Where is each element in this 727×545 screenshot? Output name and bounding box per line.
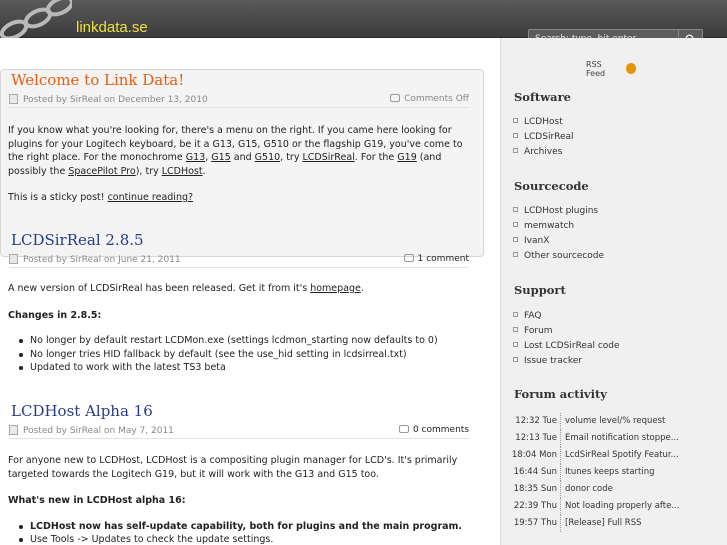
main-content: Welcome to Link Data! Posted by SirReal … [0,38,500,545]
sidebar-item-lost-code[interactable]: Lost LCDSirReal code [513,339,620,354]
link-g19[interactable]: G19 [397,152,416,163]
list-item: LCDHost now has self-update capability, … [8,520,478,534]
sidebar: Software LCDHost LCDSirReal Archives Sou… [500,38,727,545]
list-item: Use Tools -> Updates to check the update… [8,533,478,545]
site-title[interactable]: linkdata.se [76,19,148,36]
changes-list: No longer by default restart LCDMon.exe … [8,334,478,375]
sidebar-item-lcdhost[interactable]: LCDHost [513,115,574,130]
sidebar-item-faq[interactable]: FAQ [513,309,620,324]
top-bar: linkdata.se [0,0,727,49]
activity-row[interactable]: 16:44 Sun Itunes keeps starting [511,464,680,481]
document-icon [9,425,18,435]
sidebar-item-ivanx[interactable]: IvanX [513,234,604,249]
link-spacepilot[interactable]: SpacePilot Pro [68,166,135,177]
activity-row[interactable]: 12:13 Tue Email notification stoppe... [511,430,680,447]
list-item: No longer by default restart LCDMon.exe … [8,334,478,348]
comments-link: Comments Off [404,94,469,104]
comment-icon [390,94,401,102]
forum-activity-list: 12:32 Tue volume level/% request 12:13 Tu… [511,413,680,532]
activity-row[interactable]: 19:57 Thu [Release] Full RSS [511,515,680,532]
rss-icon [625,63,636,74]
link-lcdsirreal[interactable]: LCDSirReal [302,152,354,163]
activity-row[interactable]: 22:39 Thu Not loading properly afte... [511,498,680,515]
post-meta: Posted by SirReal on May 7, 2011 0 comme… [9,425,469,439]
forum-activity-heading: Forum activity [514,387,607,401]
activity-row[interactable]: 18:35 Sun donor code [511,481,680,498]
software-heading: Software [514,90,571,104]
sidebar-item-lcdsirreal[interactable]: LCDSirReal [513,130,574,145]
sourcecode-list: LCDHost plugins memwatch IvanX Other sou… [513,204,604,264]
activity-row[interactable]: 12:32 Tue volume level/% request [511,413,680,430]
software-list: LCDHost LCDSirReal Archives [513,115,574,160]
post-meta: Posted by SirReal on June 21, 2011 1 com… [9,254,469,268]
sidebar-item-issue-tracker[interactable]: Issue tracker [513,354,620,369]
whats-new-list: LCDHost now has self-update capability, … [8,520,478,545]
comment-icon [398,425,409,433]
comment-icon [403,254,414,262]
post-body-lcdhost: For anyone new to LCDHost, LCDHost is a … [8,454,478,545]
continue-reading-link[interactable]: continue reading? [108,192,193,203]
post-title-lcdsirreal[interactable]: LCDSirReal 2.8.5 [11,231,144,249]
link-g510[interactable]: G510 [255,152,281,163]
link-lcdhost[interactable]: LCDHost [162,166,203,177]
list-item: No longer tries HID fallback by default … [8,348,478,362]
rss-feed-link[interactable]: RSS Feed [586,60,636,78]
document-icon [9,94,18,104]
sidebar-item-other-sourcecode[interactable]: Other sourcecode [513,249,604,264]
post-body-lcdsirreal: A new version of LCDSirReal has been rel… [8,282,478,375]
link-g15[interactable]: G15 [211,152,230,163]
comments-link[interactable]: 0 comments [413,425,469,435]
post-title-lcdhost[interactable]: LCDHost Alpha 16 [11,402,153,420]
post-title-welcome[interactable]: Welcome to Link Data! [11,71,184,89]
whats-new-heading: What's new in LCDHost alpha 16: [8,495,186,506]
sourcecode-heading: Sourcecode [514,179,589,193]
support-list: FAQ Forum Lost LCDSirReal code Issue tra… [513,309,620,369]
changes-heading: Changes in 2.8.5: [8,309,102,321]
sidebar-item-memwatch[interactable]: memwatch [513,219,604,234]
list-item: Updated to work with the latest TS3 beta [8,361,478,375]
support-heading: Support [514,283,566,297]
sidebar-item-forum[interactable]: Forum [513,324,620,339]
post-meta: Posted by SirReal on December 13, 2010 C… [9,94,469,108]
homepage-link[interactable]: homepage [310,283,361,294]
sidebar-item-lcdhost-plugins[interactable]: LCDHost plugins [513,204,604,219]
chain-icon [0,0,72,38]
sidebar-item-archives[interactable]: Archives [513,145,574,160]
document-icon [9,254,18,264]
post-body-welcome: If you know what you're looking for, the… [8,125,463,203]
link-g13[interactable]: G13 [186,152,205,163]
comments-link[interactable]: 1 comment [418,254,469,264]
activity-row[interactable]: 18:04 Mon LcdSirReal Spotify Featur... [511,447,680,464]
